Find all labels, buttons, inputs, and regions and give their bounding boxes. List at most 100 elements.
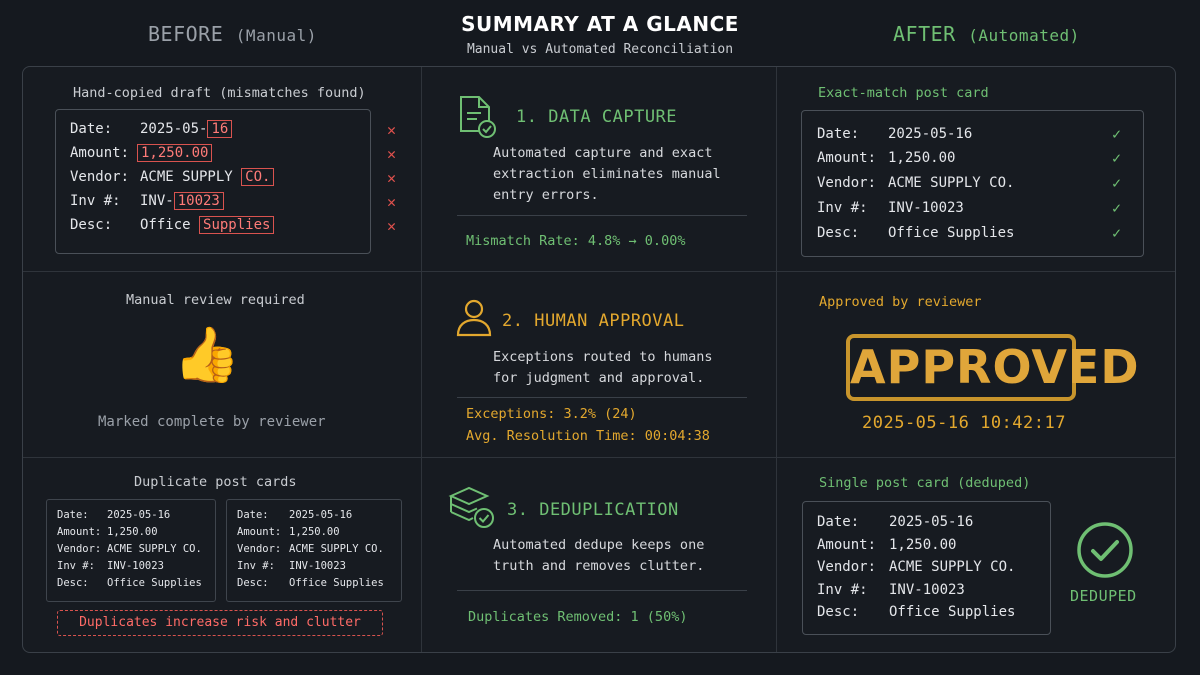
check-circle-icon [1077,522,1133,578]
hand-copied-draft-card: Date: 2025-05- 16 Amount: 1,250.00 Vendor: A… [55,109,371,254]
field-value: 2025-05-16 [888,126,973,142]
field-label: Inv #: [57,560,95,572]
field-value: ACME SUPPLY CO. [889,559,1016,575]
card-row: Date: 2025-05-16 [57,509,170,521]
field-value: 2025-05-16 [289,509,353,521]
manual-review-caption: Manual review required [126,292,305,308]
card-row: Amount: 1,250.00 [57,526,158,538]
data-capture-description: Automated capture and exact extraction e… [493,143,721,206]
card-row: Desc: Office Supplies [237,577,384,589]
field-label: Vendor: [237,543,282,555]
page-title: SUMMARY AT A GLANCE [461,12,739,36]
field-label: Desc: [57,577,89,589]
column-divider [421,67,422,652]
field-label: Vendor: [817,175,877,191]
field-value: ACME SUPPLY [140,169,242,185]
field-label: Date: [237,509,269,521]
field-value: ACME SUPPLY CO. [888,175,1015,191]
field-label: Desc: [817,604,860,620]
field-value: 1,250.00 [888,150,956,166]
description-line: for judgment and approval. [493,370,705,386]
duplicate-post-card: Date: 2025-05-16 Amount: 1,250.00 Vendor: A… [226,499,402,602]
draft-row: Inv #: INV- 10023 [70,192,224,210]
field-value: 1,250.00 [289,526,340,538]
mismatch-highlight: Supplies [199,216,275,234]
column-divider [776,67,777,652]
field-label: Inv #: [817,582,868,598]
approved-stamp: APPROVED [846,334,1139,401]
field-label: Vendor: [817,559,877,575]
description-line: truth and removes clutter. [493,558,705,574]
row-divider [23,457,1175,458]
field-value: INV-10023 [107,560,164,572]
draft-row: Desc: Office Supplies [70,216,275,234]
check-icon: ✓ [1112,174,1122,192]
field-label: Desc: [70,217,113,233]
card-row: Date: 2025-05-16 [817,514,973,530]
duplicates-removed-metric: Duplicates Removed: 1 (50%) [468,609,688,625]
card-row: Desc: Office Supplies [817,225,1014,241]
data-capture-title: 1. DATA CAPTURE [516,107,678,127]
person-icon [456,299,492,337]
row-divider [23,271,1175,272]
exact-match-card: Date: 2025-05-16 Amount: 1,250.00 Vendor: A… [801,110,1144,257]
card-row: Amount: 1,250.00 [237,526,340,538]
after-label: AFTER [893,22,956,46]
field-value: 2025-05-16 [107,509,171,521]
x-mark-icon: ✕ [387,193,397,211]
field-label: Inv #: [70,193,121,209]
before-sublabel: (Manual) [235,26,317,45]
description-line: Automated dedupe keeps one [493,537,705,553]
x-mark-icon: ✕ [387,217,397,235]
card-row: Desc: Office Supplies [57,577,202,589]
section-divider [457,590,747,591]
duplicate-post-card: Date: 2025-05-16 Amount: 1,250.00 Vendor: A… [46,499,216,602]
draft-caption: Hand-copied draft (mismatches found) [73,85,366,101]
deduped-post-card: Date: 2025-05-16 Amount: 1,250.00 Vendor: A… [802,501,1051,635]
field-label: Desc: [237,577,269,589]
field-label: Vendor: [70,169,130,185]
card-row: Vendor: ACME SUPPLY CO. [817,175,1014,191]
field-label: Amount: [70,145,130,161]
mismatch-rate-metric: Mismatch Rate: 4.8% → 0.00% [466,233,686,249]
draft-row: Amount: 1,250.00 [70,144,213,162]
resolution-time-metric: Avg. Resolution Time: 00:04:38 [466,428,710,444]
page-subtitle: Manual vs Automated Reconciliation [466,42,734,57]
field-label: Date: [817,126,860,142]
card-row: Amount: 1,250.00 [817,537,956,553]
card-row: Inv #: INV-10023 [817,582,965,598]
mismatch-highlight: 10023 [173,192,224,210]
before-header: BEFORE (Manual) [148,22,317,46]
card-row: Inv #: INV-10023 [237,560,346,572]
duplicate-warning: Duplicates increase risk and clutter [57,610,383,636]
field-value: Office Supplies [289,577,384,589]
card-row: Vendor: ACME SUPPLY CO. [57,543,202,555]
card-row: Inv #: INV-10023 [57,560,164,572]
exceptions-metric: Exceptions: 3.2% (24) [466,406,637,422]
document-check-icon [460,96,496,138]
field-value: ACME SUPPLY CO. [107,543,202,555]
check-icon: ✓ [1112,125,1122,143]
deduplication-description: Automated dedupe keeps one truth and rem… [493,535,704,577]
after-header: AFTER (Automated) [893,22,1080,46]
description-line: Exceptions routed to humans [493,349,713,365]
x-mark-icon: ✕ [387,169,397,187]
card-row: Date: 2025-05-16 [237,509,352,521]
duplicate-cards-caption: Duplicate post cards [134,474,297,490]
field-label: Date: [817,514,860,530]
deduplication-title: 3. DEDUPLICATION [507,500,679,520]
mismatch-highlight: 1,250.00 [137,144,213,162]
field-value: INV- [140,193,174,209]
check-icon: ✓ [1112,149,1122,167]
field-label: Date: [57,509,89,521]
human-approval-description: Exceptions routed to humans for judgment… [493,347,712,389]
summary-grid: Hand-copied draft (mismatches found) Dat… [22,66,1176,653]
field-label: Inv #: [237,560,275,572]
field-value: INV-10023 [889,582,965,598]
field-value: ACME SUPPLY CO. [289,543,384,555]
card-row: Date: 2025-05-16 [817,126,972,142]
after-sublabel: (Automated) [968,26,1080,45]
section-divider [457,397,747,398]
field-label: Vendor: [57,543,102,555]
human-approval-title: 2. HUMAN APPROVAL [502,311,685,331]
